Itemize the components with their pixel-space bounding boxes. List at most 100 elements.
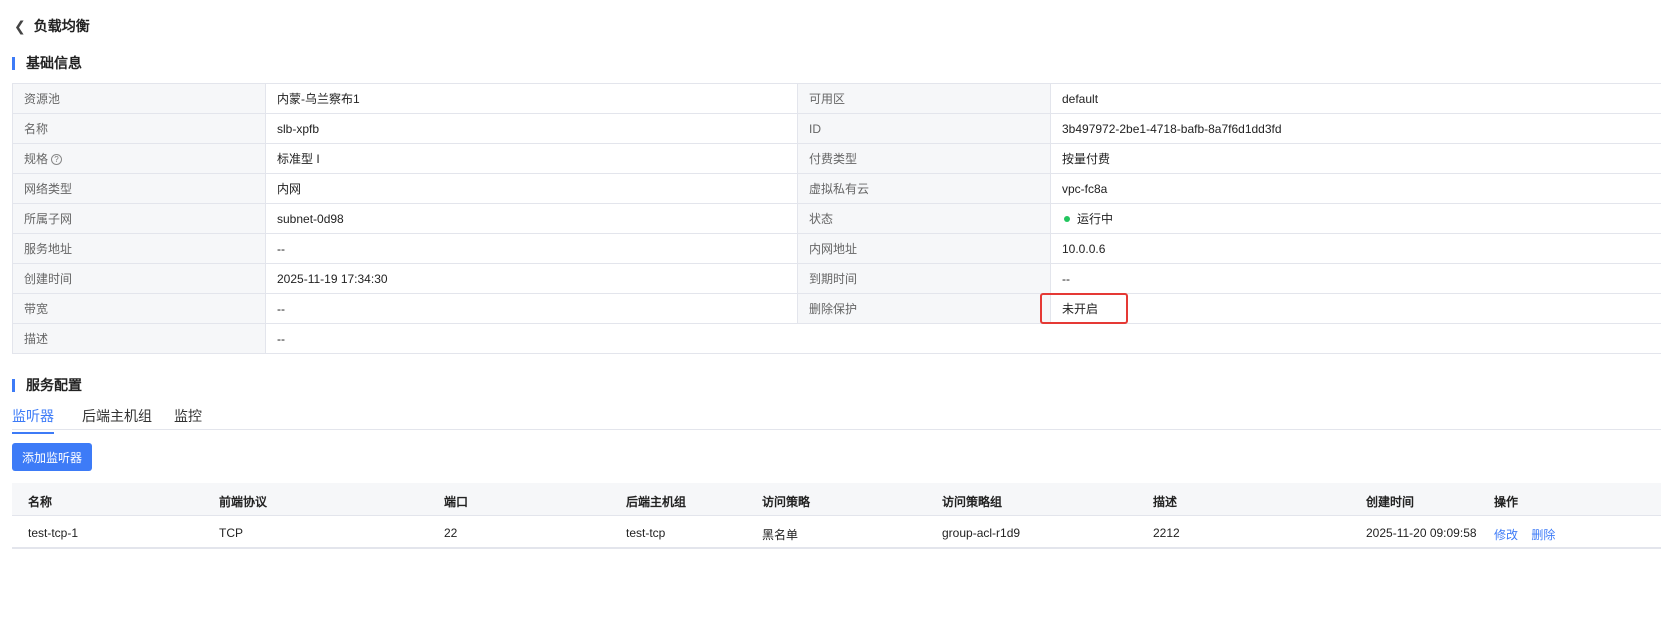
info-label: 带宽	[12, 293, 266, 324]
text: default	[1062, 91, 1099, 106]
section-marker	[12, 378, 15, 392]
text: 网络类型	[24, 182, 73, 196]
tab-monitor[interactable]: 监控	[174, 406, 202, 426]
info-row: 带宽 -- 删除保护 未开启	[12, 293, 1661, 324]
info-row: 创建时间 2025-11-19 17:34:30 到期时间 --	[12, 263, 1661, 294]
column-header: 端口	[444, 495, 469, 509]
info-label: ID	[797, 113, 1051, 144]
text: 规格	[24, 152, 49, 166]
text: 运行中	[1077, 212, 1114, 226]
tab-backend-group[interactable]: 后端主机组	[82, 406, 152, 426]
chevron-left-icon[interactable]: ❮	[14, 18, 26, 35]
text: 所属子网	[24, 212, 73, 226]
info-row: 名称 slb-xpfb ID 3b497972-2be1-4718-bafb-8a7f…	[12, 113, 1661, 144]
cell-desc: 2212	[1153, 526, 1180, 540]
cell-name: test-tcp-1	[28, 526, 79, 540]
info-label: 服务地址	[12, 233, 266, 264]
info-value: --	[265, 323, 1661, 354]
edit-link[interactable]: 修改	[1494, 528, 1518, 542]
column-header: 访问策略	[762, 495, 811, 509]
section-title: 服务配置	[26, 377, 82, 393]
info-value: --	[265, 233, 798, 264]
info-value: 未开启	[1050, 293, 1661, 324]
info-label: 删除保护	[797, 293, 1051, 324]
text: 2025-11-19 17:34:30	[277, 271, 388, 286]
tab-listener[interactable]: 监听器	[12, 406, 54, 434]
info-label: 描述	[12, 323, 266, 354]
info-label: 到期时间	[797, 263, 1051, 294]
info-row: 网络类型 内网 虚拟私有云 vpc-fc8a	[12, 173, 1661, 204]
service-tabs: 监听器 后端主机组 监控	[12, 400, 1661, 434]
page-title: 负载均衡	[33, 18, 90, 34]
back-nav[interactable]: ❮ 负载均衡	[14, 16, 90, 36]
cell-port: 22	[444, 526, 458, 540]
info-label: 内网地址	[797, 233, 1051, 264]
cell-protocol: TCP	[219, 526, 243, 540]
info-value: --	[1050, 263, 1661, 294]
info-label: 名称	[12, 113, 266, 144]
text: 标准型 I	[277, 152, 320, 166]
text: --	[277, 241, 285, 256]
cell-backend: test-tcp	[626, 526, 666, 540]
info-label: 状态	[797, 203, 1051, 234]
info-row: 资源池 内蒙-乌兰察布1 可用区 default	[12, 83, 1661, 114]
text: vpc-fc8a	[1062, 181, 1108, 196]
add-listener-button[interactable]: 添加监听器	[12, 443, 92, 471]
cell-policy: 黑名单	[762, 528, 799, 542]
listener-table: 名称 前端协议 端口 后端主机组 访问策略 访问策略组 描述 创建时间 操作 test-tcp-…	[12, 483, 1661, 549]
text: 状态	[809, 212, 834, 226]
text: 按量付费	[1062, 152, 1111, 166]
text: 带宽	[24, 302, 49, 316]
info-label: 付费类型	[797, 143, 1051, 174]
info-label: 资源池	[12, 83, 266, 114]
text: 资源池	[24, 92, 61, 106]
table-row: test-tcp-1 TCP 22 test-tcp 黑名单 group-acl…	[12, 516, 1661, 549]
info-label: 可用区	[797, 83, 1051, 114]
column-header: 前端协议	[219, 495, 268, 509]
highlight-box	[1040, 293, 1128, 324]
section-marker	[12, 56, 15, 70]
delete-link[interactable]: 删除	[1531, 528, 1555, 542]
info-label: 虚拟私有云	[797, 173, 1051, 204]
text: slb-xpfb	[277, 121, 320, 136]
cell-policy-group: group-acl-r1d9	[942, 526, 1021, 540]
table-header: 名称 前端协议 端口 后端主机组 访问策略 访问策略组 描述 创建时间 操作	[12, 483, 1661, 516]
text: ID	[809, 121, 821, 136]
text: 到期时间	[809, 272, 858, 286]
column-header: 描述	[1153, 495, 1178, 509]
text: subnet-0d98	[277, 211, 344, 226]
column-header: 操作	[1494, 495, 1519, 509]
text: 可用区	[809, 92, 846, 106]
section-title: 基础信息	[26, 55, 82, 71]
column-header: 后端主机组	[626, 495, 687, 509]
help-icon[interactable]: ?	[51, 154, 63, 166]
text: 内网地址	[809, 242, 858, 256]
status-dot-icon	[1064, 216, 1070, 223]
info-value: 内网	[265, 173, 798, 204]
info-value: 3b497972-2be1-4718-bafb-8a7f6d1dd3fd	[1050, 113, 1661, 144]
info-row: 所属子网 subnet-0d98 状态 运行中	[12, 203, 1661, 234]
text: --	[1062, 271, 1070, 286]
info-label: 所属子网	[12, 203, 266, 234]
info-value: 10.0.0.6	[1050, 233, 1661, 264]
info-label: 规格?	[12, 143, 266, 174]
info-label: 创建时间	[12, 263, 266, 294]
section-basic-info: 基础信息	[12, 53, 82, 73]
text: 虚拟私有云	[809, 182, 870, 196]
info-row: 规格? 标准型 I 付费类型 按量付费	[12, 143, 1661, 174]
section-service-config: 服务配置	[12, 375, 82, 395]
info-value: 标准型 I	[265, 143, 798, 174]
text: --	[277, 301, 285, 316]
text: 内网	[277, 182, 302, 196]
info-value: slb-xpfb	[265, 113, 798, 144]
info-value: 按量付费	[1050, 143, 1661, 174]
info-value: 运行中	[1050, 203, 1661, 234]
info-label: 网络类型	[12, 173, 266, 204]
info-value: 2025-11-19 17:34:30	[265, 263, 798, 294]
text: 内蒙-乌兰察布1	[277, 92, 360, 106]
text: 付费类型	[809, 152, 858, 166]
info-value: subnet-0d98	[265, 203, 798, 234]
text: 服务地址	[24, 242, 73, 256]
column-header: 访问策略组	[942, 495, 1003, 509]
text: 3b497972-2be1-4718-bafb-8a7f6d1dd3fd	[1062, 121, 1282, 136]
